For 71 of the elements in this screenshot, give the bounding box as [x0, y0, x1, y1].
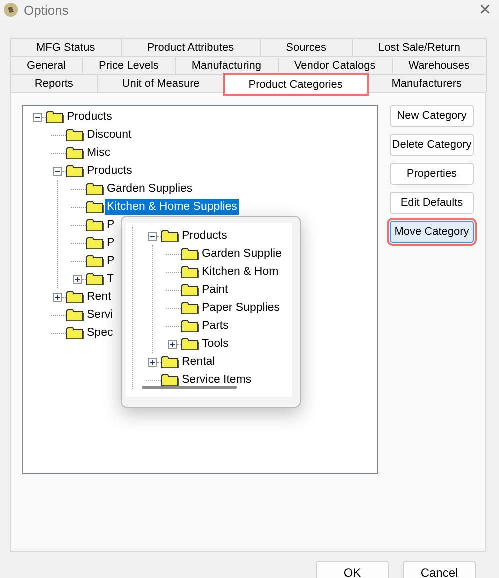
folder-icon [86, 182, 105, 196]
tab[interactable]: Vendor Catalogs [278, 56, 393, 74]
tree-item[interactable]: Kitchen & Hom [200, 264, 281, 280]
tab[interactable]: Manufacturers [366, 74, 487, 92]
collapse-toggle[interactable] [148, 232, 157, 240]
folder-icon [86, 272, 105, 286]
folder-icon [46, 110, 65, 124]
dialog-button[interactable]: OK [316, 561, 389, 578]
action-button[interactable]: Move Category [390, 221, 474, 243]
folder-icon [161, 354, 180, 370]
folder-icon [161, 228, 180, 244]
tab[interactable]: MFG Status [10, 38, 122, 56]
folder-icon [161, 372, 180, 388]
tree-item[interactable]: Paper Supplies [200, 300, 282, 316]
folder-icon [181, 318, 200, 334]
tab[interactable]: Manufacturing [174, 56, 278, 74]
expand-toggle[interactable] [73, 274, 82, 284]
folder-icon [66, 164, 85, 178]
tab[interactable]: Lost Sale/Return [352, 38, 487, 56]
tab[interactable]: General [10, 56, 84, 74]
folder-icon [181, 282, 200, 298]
close-button[interactable]: × [479, 0, 491, 20]
tree-item[interactable]: Products [65, 109, 114, 125]
tree-item[interactable]: Service Items [180, 372, 254, 388]
tab[interactable]: Reports [10, 74, 98, 92]
tree-item[interactable]: Servi [85, 307, 116, 323]
folder-icon [66, 146, 85, 160]
tree-item[interactable]: T [105, 271, 116, 287]
tree-item[interactable]: Kitchen & Home Supplies [105, 199, 240, 215]
action-button[interactable]: New Category [390, 105, 474, 127]
collapse-toggle[interactable] [53, 166, 62, 176]
horizontal-scrollbar[interactable] [142, 386, 237, 389]
folder-icon [66, 128, 85, 142]
folder-icon [66, 290, 85, 304]
action-button[interactable]: Edit Defaults [390, 192, 474, 214]
folder-icon [66, 308, 85, 322]
tree-item[interactable]: Discount [85, 127, 134, 143]
tree-item[interactable]: Garden Supplie [200, 246, 284, 262]
app-icon [4, 3, 18, 17]
folder-icon [181, 246, 200, 262]
tree-item[interactable]: Parts [200, 318, 231, 334]
tree-item[interactable]: Rental [180, 354, 218, 370]
folder-icon [86, 254, 105, 268]
tree-item[interactable]: Products [85, 163, 134, 179]
action-button[interactable]: Properties [390, 163, 474, 185]
folder-icon [86, 218, 105, 232]
tree-item[interactable]: Spec [85, 325, 116, 341]
tree-item[interactable]: Garden Supplies [105, 181, 195, 197]
tree-item[interactable]: Paint [200, 282, 230, 298]
folder-icon [181, 336, 200, 352]
expand-toggle[interactable] [168, 340, 177, 348]
tree-item[interactable]: Misc [85, 145, 113, 161]
dialog-button[interactable]: Cancel [403, 561, 476, 578]
tree-item[interactable]: Rent [85, 289, 114, 305]
tree-item[interactable]: P [105, 235, 117, 251]
tab[interactable]: Product Categories [224, 74, 368, 95]
folder-icon [181, 264, 200, 280]
tree-item[interactable]: Products [180, 228, 230, 244]
folder-icon [86, 200, 105, 214]
action-button[interactable]: Delete Category [390, 134, 474, 156]
expand-toggle[interactable] [53, 292, 62, 302]
expand-toggle[interactable] [148, 358, 157, 366]
folder-icon [66, 326, 85, 340]
folder-icon [86, 236, 105, 250]
tab[interactable]: Warehouses [392, 56, 487, 74]
tree-item[interactable]: P [105, 253, 117, 269]
collapse-toggle[interactable] [33, 112, 42, 122]
tree-item[interactable]: Tools [200, 336, 231, 352]
folder-icon [181, 300, 200, 316]
tree-item[interactable]: P [105, 217, 117, 233]
window-title: Options [24, 2, 70, 18]
